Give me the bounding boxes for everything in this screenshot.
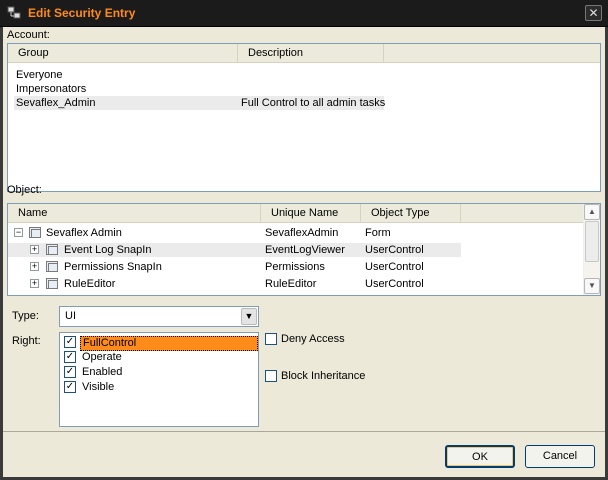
column-header-name[interactable]: Name [8, 204, 261, 223]
right-item-label: FullControl [80, 336, 258, 351]
object-scrollbar[interactable]: ▲ ▼ [583, 204, 600, 295]
scroll-up-icon[interactable]: ▲ [584, 204, 600, 220]
dialog-body: Account: Group Description Everyone Impe… [3, 27, 605, 477]
form-icon [29, 227, 41, 238]
object-unique-name: RuleEditor [265, 278, 317, 290]
object-name: Sevaflex Admin [46, 227, 122, 239]
control-icon [46, 244, 58, 255]
footer-divider [3, 431, 605, 432]
deny-access-label: Deny Access [281, 333, 345, 345]
app-icon [7, 6, 21, 19]
account-row-selected[interactable]: Sevaflex_Admin Full Control to all admin… [14, 96, 386, 110]
right-item-operate[interactable]: ✓ Operate [62, 350, 256, 365]
block-inheritance-box[interactable] [265, 370, 277, 382]
column-header-object-type[interactable]: Object Type [361, 204, 461, 223]
account-list[interactable]: Group Description Everyone Impersonators… [7, 43, 601, 192]
expand-icon[interactable]: + [30, 279, 39, 288]
checkbox-enabled[interactable]: ✓ [64, 366, 76, 378]
account-label: Account: [7, 29, 50, 41]
object-name: RuleEditor [64, 278, 116, 290]
control-icon [46, 261, 58, 272]
tree-row[interactable]: + RuleEditor RuleEditor UserControl [8, 277, 464, 291]
column-header-description[interactable]: Description [238, 44, 384, 63]
object-type: Form [365, 227, 391, 239]
tree-row[interactable]: + Permissions SnapIn Permissions UserCon… [8, 260, 464, 274]
collapse-icon[interactable]: − [14, 228, 23, 237]
checkbox-visible[interactable]: ✓ [64, 381, 76, 393]
ok-button[interactable]: OK [445, 445, 515, 468]
title-bar: Edit Security Entry ✕ [0, 0, 608, 27]
scroll-thumb[interactable] [585, 221, 599, 262]
scroll-down-icon[interactable]: ▼ [584, 278, 600, 294]
window-title: Edit Security Entry [28, 6, 136, 20]
account-description: Full Control to all admin tasks [241, 97, 386, 109]
object-tree-list[interactable]: Name Unique Name Object Type − Sevaflex … [7, 203, 601, 296]
right-item-label: Operate [82, 351, 122, 363]
deny-access-box[interactable] [265, 333, 277, 345]
right-item-visible[interactable]: ✓ Visible [62, 380, 256, 395]
expand-icon[interactable]: + [30, 262, 39, 271]
object-unique-name: Permissions [265, 261, 325, 273]
object-unique-name: SevaflexAdmin [265, 227, 339, 239]
object-name: Permissions SnapIn [64, 261, 162, 273]
object-list-header: Name Unique Name Object Type [8, 204, 600, 223]
right-item-fullcontrol[interactable]: ✓ FullControl [62, 335, 258, 351]
tree-row-selected[interactable]: + Event Log SnapIn EventLogViewer UserCo… [8, 243, 461, 257]
type-value: UI [65, 310, 76, 322]
account-row[interactable]: Everyone [14, 68, 384, 82]
rights-list[interactable]: ✓ FullControl ✓ Operate ✓ Enabled ✓ Visi… [59, 332, 259, 427]
object-type: UserControl [365, 261, 424, 273]
checkbox-operate[interactable]: ✓ [64, 351, 76, 363]
type-select[interactable]: UI ▼ [59, 306, 259, 327]
column-header-unique-name[interactable]: Unique Name [261, 204, 361, 223]
account-list-header: Group Description [8, 44, 600, 63]
control-icon [46, 278, 58, 289]
column-header-group[interactable]: Group [8, 44, 238, 63]
right-item-enabled[interactable]: ✓ Enabled [62, 365, 256, 380]
tree-row[interactable]: − Sevaflex Admin SevaflexAdmin Form [8, 226, 464, 240]
close-button[interactable]: ✕ [585, 5, 602, 21]
chevron-down-icon[interactable]: ▼ [241, 308, 257, 325]
account-row[interactable]: Impersonators [14, 82, 384, 96]
object-name: Event Log SnapIn [64, 244, 152, 256]
account-group: Everyone [16, 69, 63, 81]
expand-icon[interactable]: + [30, 245, 39, 254]
checkbox-fullcontrol[interactable]: ✓ [64, 336, 76, 348]
block-inheritance-label: Block Inheritance [281, 370, 366, 382]
account-group: Sevaflex_Admin [16, 97, 96, 109]
object-type: UserControl [365, 244, 424, 256]
close-icon: ✕ [588, 6, 599, 20]
right-item-label: Visible [82, 381, 115, 393]
right-label: Right: [12, 335, 41, 347]
account-group: Impersonators [16, 83, 87, 95]
type-label: Type: [12, 310, 39, 322]
object-unique-name: EventLogViewer [265, 244, 345, 256]
right-item-label: Enabled [82, 366, 123, 378]
cancel-button[interactable]: Cancel [525, 445, 595, 468]
object-type: UserControl [365, 278, 424, 290]
object-label: Object: [7, 184, 42, 196]
